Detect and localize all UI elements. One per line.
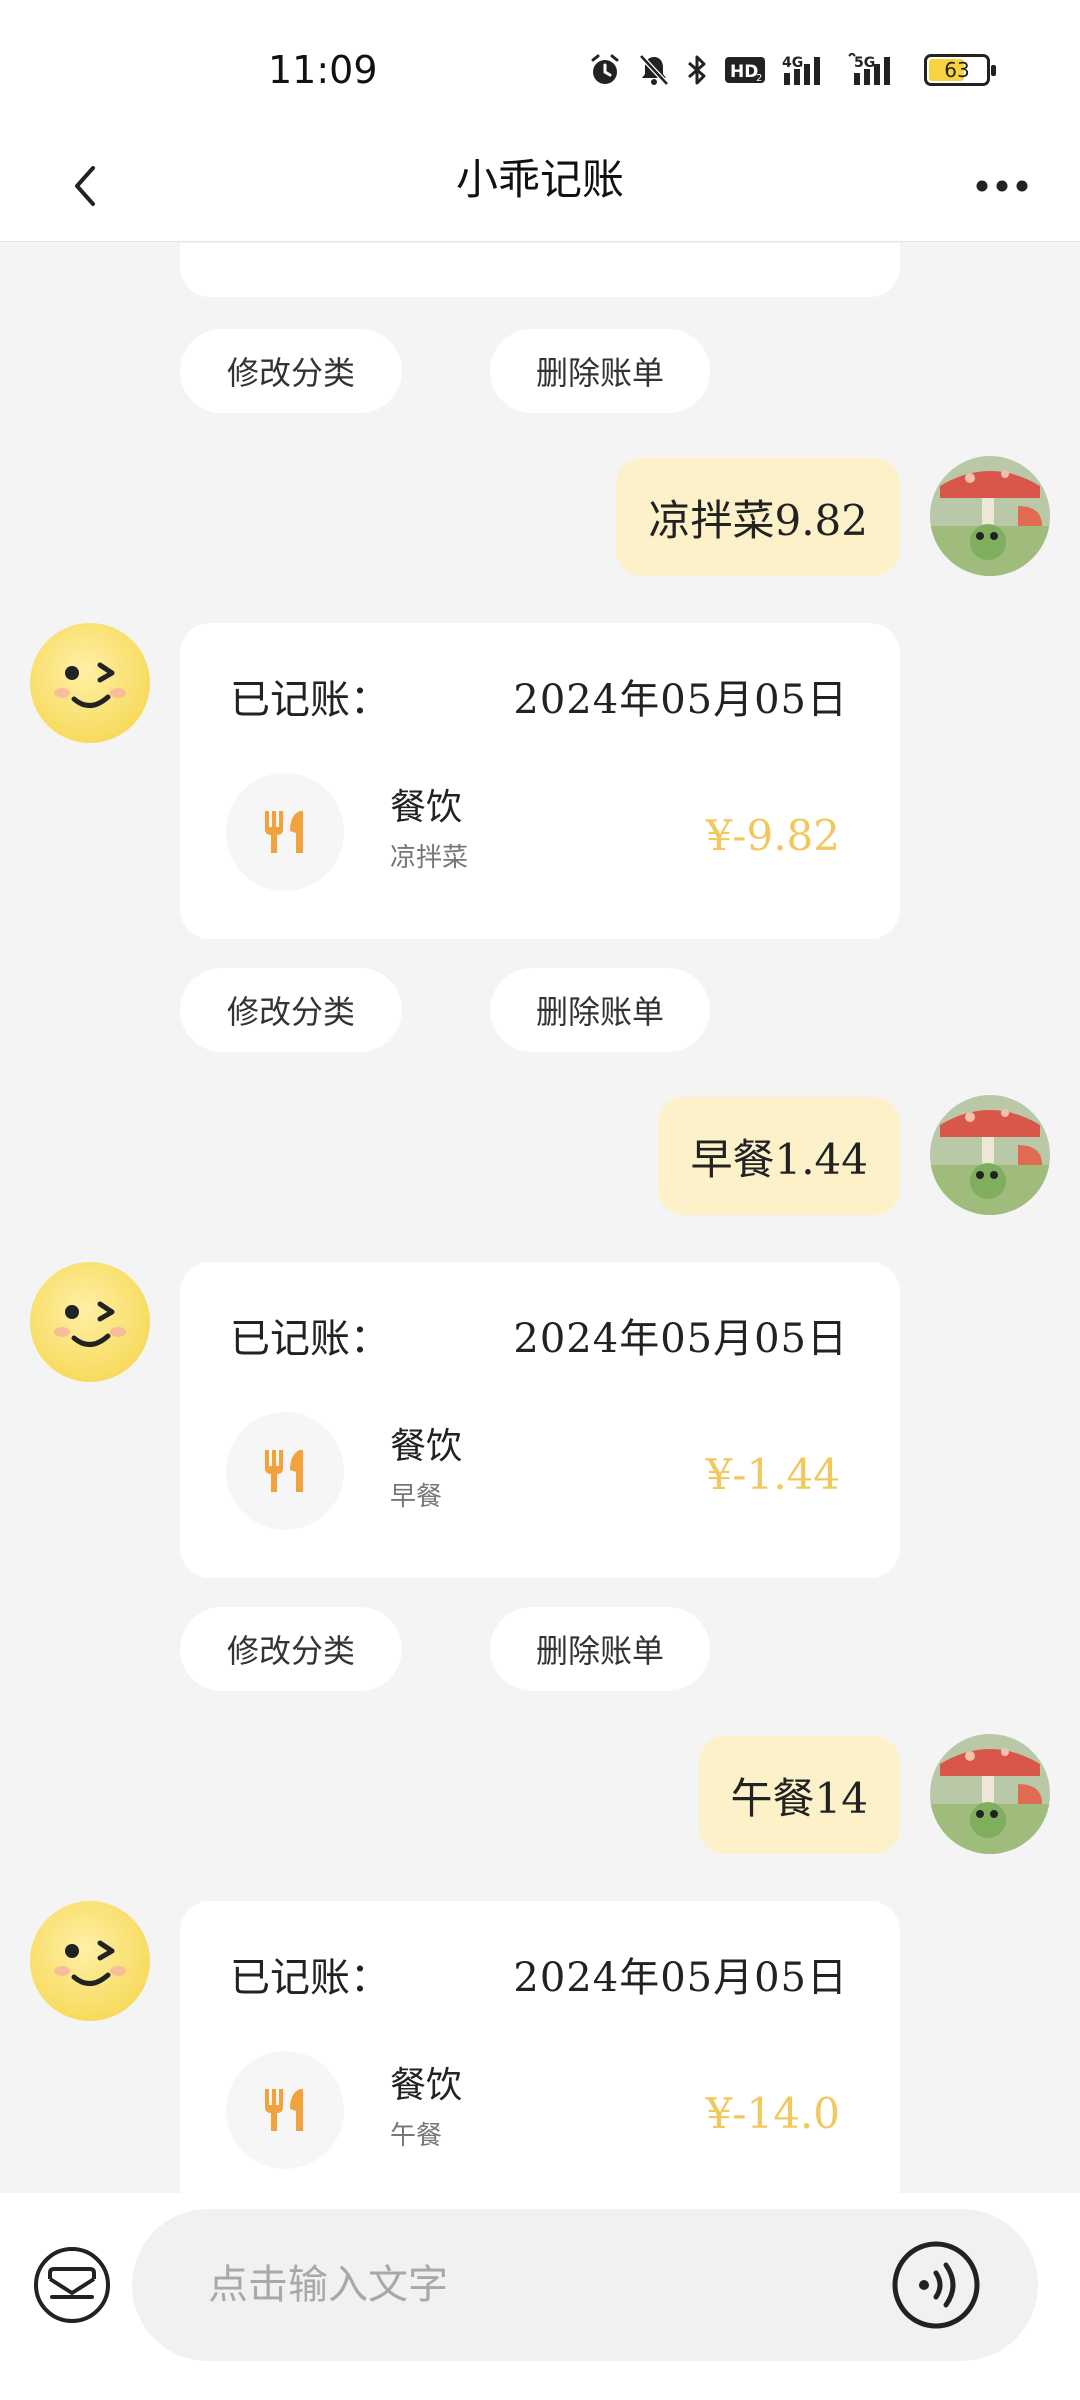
- chat-area[interactable]: 修改分类 删除账单 凉拌菜9.82 已记账： 2024年05月05日 餐饮 凉拌…: [0, 243, 1080, 2193]
- record-date: 2024年05月05日: [513, 1955, 848, 2001]
- voice-input-button[interactable]: [890, 2239, 982, 2331]
- hd-icon: HD 2: [725, 57, 765, 84]
- user-avatar[interactable]: [930, 456, 1050, 576]
- record-status-label: 已记账：: [230, 1316, 390, 1362]
- delete-bill-button[interactable]: 删除账单: [490, 329, 710, 413]
- wallet-button[interactable]: [32, 2245, 112, 2325]
- status-bar: 11:09 HD 2 4G 5G 63: [0, 0, 1080, 130]
- record-amount: ¥-14.0: [705, 2089, 840, 2138]
- message-input[interactable]: [208, 2255, 908, 2315]
- record-card[interactable]: 已记账： 2024年05月05日 餐饮 早餐 ¥-1.44: [180, 1262, 900, 1578]
- frog-mushroom-avatar-icon: [930, 1095, 1050, 1215]
- status-time: 11:09: [268, 48, 378, 92]
- frog-mushroom-avatar-icon: [930, 1734, 1050, 1854]
- record-note: 凉拌菜: [390, 843, 469, 873]
- voice-input-icon: [892, 2241, 980, 2329]
- record-amount: ¥-1.44: [705, 1450, 840, 1499]
- 5g-signal-icon: 5G: [848, 53, 890, 85]
- wink-face-icon: [30, 623, 150, 743]
- bot-avatar: [30, 1262, 150, 1382]
- category-icon-circle: [226, 773, 344, 891]
- record-amount: ¥-9.82: [705, 811, 840, 860]
- page-title: 小乖记账: [455, 155, 624, 204]
- category-name: 餐饮: [390, 2065, 463, 2106]
- record-card[interactable]: 已记账： 2024年05月05日 餐饮 午餐 ¥-14.0: [180, 1901, 900, 2193]
- record-card[interactable]: 已记账： 2024年05月05日 餐饮 凉拌菜 ¥-9.82: [180, 623, 900, 939]
- wink-face-icon: [30, 1262, 150, 1382]
- record-note: 午餐: [390, 2121, 443, 2151]
- fork-knife-icon: [265, 1450, 303, 1492]
- 4g-signal-icon: 4G: [782, 55, 820, 85]
- delete-bill-button[interactable]: 删除账单: [490, 1607, 710, 1691]
- battery-percent: 63: [944, 58, 970, 82]
- delete-bill-button[interactable]: 删除账单: [490, 968, 710, 1052]
- previous-record-card: [180, 243, 900, 297]
- status-icons: HD 2 4G 5G 63: [588, 50, 996, 90]
- edit-category-button[interactable]: 修改分类: [180, 329, 402, 413]
- more-horizontal-icon: [976, 180, 1028, 192]
- user-avatar[interactable]: [930, 1095, 1050, 1215]
- mute-icon: [639, 54, 669, 86]
- svg-text:4G: 4G: [782, 55, 803, 71]
- record-note: 早餐: [390, 1482, 443, 1512]
- user-message-bubble[interactable]: 早餐1.44: [658, 1097, 900, 1215]
- category-name: 餐饮: [390, 1426, 463, 1467]
- wallet-icon: [34, 2247, 110, 2323]
- record-status-label: 已记账：: [230, 1955, 390, 2001]
- fork-knife-icon: [265, 811, 303, 853]
- edit-category-button[interactable]: 修改分类: [180, 1607, 402, 1691]
- category-name: 餐饮: [390, 787, 463, 828]
- record-date: 2024年05月05日: [513, 677, 848, 723]
- text-input-container[interactable]: [132, 2209, 1038, 2361]
- svg-text:2: 2: [756, 73, 762, 84]
- svg-text:5G: 5G: [854, 55, 875, 71]
- bot-avatar: [30, 623, 150, 743]
- nav-bar: 小乖记账: [0, 130, 1080, 242]
- user-message-bubble[interactable]: 午餐14: [698, 1736, 900, 1854]
- category-icon-circle: [226, 1412, 344, 1530]
- bluetooth-icon: [688, 55, 706, 85]
- frog-mushroom-avatar-icon: [930, 456, 1050, 576]
- wink-face-icon: [30, 1901, 150, 2021]
- fork-knife-icon: [265, 2089, 303, 2131]
- more-button[interactable]: [970, 156, 1034, 216]
- user-message-bubble[interactable]: 凉拌菜9.82: [616, 458, 900, 576]
- record-date: 2024年05月05日: [513, 1316, 848, 1362]
- user-avatar[interactable]: [930, 1734, 1050, 1854]
- battery-icon: 63: [924, 54, 996, 86]
- svg-text:HD: HD: [730, 62, 758, 82]
- alarm-icon: [591, 54, 619, 84]
- record-status-label: 已记账：: [230, 677, 390, 723]
- category-icon-circle: [226, 2051, 344, 2169]
- bot-avatar: [30, 1901, 150, 2021]
- input-bar: [0, 2193, 1080, 2400]
- edit-category-button[interactable]: 修改分类: [180, 968, 402, 1052]
